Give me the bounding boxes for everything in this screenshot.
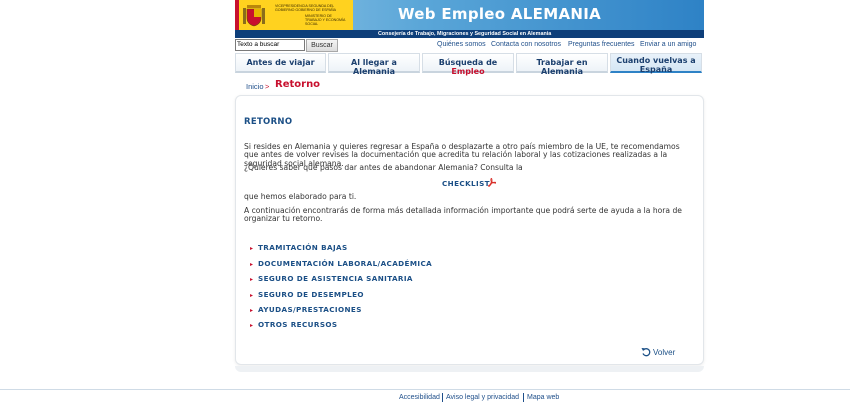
government-name: VICEPRESIDENCIA SEGUNDA DEL GOBIERNO GOB… — [275, 4, 337, 12]
page-title: Retorno — [275, 79, 321, 90]
details-paragraph: A continuación encontrarás de forma más … — [244, 206, 682, 224]
bullet-icon: ▸ — [250, 261, 254, 268]
breadcrumb-home[interactable]: Inicio — [246, 82, 264, 91]
section-link-documentacion[interactable]: ▸ DOCUMENTACIÓN LABORAL/ACADÉMICA — [250, 259, 432, 268]
search-button[interactable]: Buscar — [306, 39, 338, 52]
section-label: AYUDAS/PRESTACIONES — [258, 305, 362, 314]
government-logo[interactable]: VICEPRESIDENCIA SEGUNDA DEL GOBIERNO GOB… — [235, 0, 353, 30]
tab-trabajar[interactable]: Trabajar en Alemania — [516, 53, 608, 76]
section-label: DOCUMENTACIÓN LABORAL/ACADÉMICA — [258, 259, 433, 268]
tab-antes-de-viajar[interactable]: Antes de viajar — [235, 53, 326, 73]
back-label: Volver — [653, 348, 676, 357]
footer-link-accesibilidad[interactable]: Accesibilidad — [399, 394, 440, 401]
ministry-name: MINISTERIO DE TRABAJO Y ECONOMÍA SOCIAL — [305, 14, 346, 26]
flag-stripe — [235, 0, 239, 30]
top-link-preguntas[interactable]: Preguntas frecuentes — [568, 41, 635, 48]
tab-busqueda-empleo[interactable]: Búsqueda de Empleo — [422, 53, 514, 76]
top-link-quienes-somos[interactable]: Quiénes somos — [437, 41, 486, 48]
tab-al-llegar[interactable]: Al llegar a Alemania — [328, 53, 420, 76]
content-heading: RETORNO — [244, 117, 293, 127]
footer-divider — [0, 389, 850, 390]
section-link-asistencia-sanitaria[interactable]: ▸ SEGURO DE ASISTENCIA SANITARIA — [250, 274, 413, 283]
bullet-icon: ▸ — [250, 307, 254, 314]
top-link-enviar-amigo[interactable]: Enviar a un amigo — [640, 41, 696, 48]
footer-separator — [442, 393, 443, 402]
tab-label: Cuando vuelvas a España — [616, 56, 696, 74]
section-label: OTROS RECURSOS — [258, 320, 338, 329]
header-subtitle: Consejería de Trabajo, Migraciones y Seg… — [378, 31, 552, 37]
header-subbar: Consejería de Trabajo, Migraciones y Seg… — [235, 30, 704, 38]
checklist-followup: que hemos elaborado para ti. — [244, 192, 357, 201]
checklist-question: ¿Quieres saber qué pasos dar antes de ab… — [244, 163, 523, 172]
section-link-otros-recursos[interactable]: ▸ OTROS RECURSOS — [250, 320, 338, 329]
section-label: TRAMITACIÓN BAJAS — [258, 243, 348, 252]
section-link-tramitacion-bajas[interactable]: ▸ TRAMITACIÓN BAJAS — [250, 243, 348, 252]
coat-of-arms-icon — [243, 5, 265, 27]
tab-label-highlight: Empleo — [451, 67, 485, 76]
breadcrumb-separator: > — [265, 82, 270, 91]
tab-label: Antes de viajar — [246, 58, 315, 67]
bullet-icon: ▸ — [250, 322, 254, 329]
bullet-icon: ▸ — [250, 276, 254, 283]
footer-link-aviso-legal[interactable]: Aviso legal y privacidad — [446, 394, 519, 401]
top-link-contacta[interactable]: Contacta con nosotros — [491, 41, 561, 48]
card-shadow — [235, 366, 704, 372]
footer-separator — [523, 393, 524, 402]
back-arrow-icon — [641, 348, 651, 357]
tab-label: Al llegar a Alemania — [351, 58, 397, 76]
pdf-icon[interactable] — [488, 178, 496, 187]
section-link-ayudas[interactable]: ▸ AYUDAS/PRESTACIONES — [250, 305, 362, 314]
tab-label: Búsqueda de — [438, 58, 498, 67]
checklist-link[interactable]: CHECKLIST — [442, 179, 490, 188]
search-input[interactable]: Texto a buscar — [235, 39, 305, 51]
bullet-icon: ▸ — [250, 245, 254, 252]
back-link[interactable]: Volver — [641, 347, 675, 357]
tab-label: Trabajar en Alemania — [536, 58, 588, 76]
tab-cuando-vuelvas[interactable]: Cuando vuelvas a España — [610, 53, 702, 74]
site-title[interactable]: Web Empleo ALEMANIA — [398, 5, 601, 23]
footer-link-mapa-web[interactable]: Mapa web — [527, 394, 559, 401]
section-label: SEGURO DE ASISTENCIA SANITARIA — [258, 274, 413, 283]
section-label: SEGURO DE DESEMPLEO — [258, 290, 364, 299]
bullet-icon: ▸ — [250, 292, 254, 299]
header-banner: VICEPRESIDENCIA SEGUNDA DEL GOBIERNO GOB… — [235, 0, 704, 30]
section-link-desempleo[interactable]: ▸ SEGURO DE DESEMPLEO — [250, 290, 364, 299]
